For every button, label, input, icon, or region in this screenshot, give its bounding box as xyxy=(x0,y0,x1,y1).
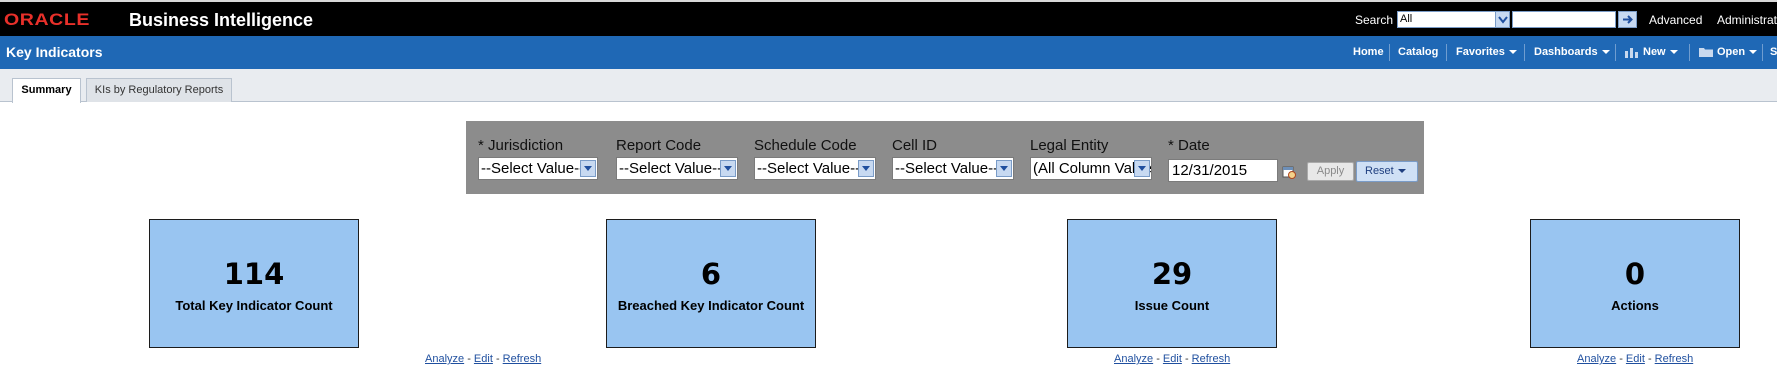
kpi-value: 6 xyxy=(700,257,722,291)
caret-down-icon xyxy=(1508,50,1517,55)
kpi-label: Total Key Indicator Count xyxy=(175,298,333,313)
kpi-value: 0 xyxy=(1624,257,1646,291)
kpi-label: Issue Count xyxy=(1134,298,1210,313)
reset-button[interactable]: Reset xyxy=(1356,161,1418,182)
link-separator: - xyxy=(1616,353,1626,365)
report-links: Analyze - Edit - Refresh xyxy=(1577,353,1693,365)
edit-link[interactable]: Edit xyxy=(1626,353,1645,365)
legal-entity-select[interactable]: (All Column Values) xyxy=(1030,157,1152,180)
calendar-icon[interactable] xyxy=(1282,165,1296,179)
link-separator: - xyxy=(492,353,503,365)
folder-icon xyxy=(1699,48,1713,58)
analyze-link[interactable]: Analyze xyxy=(1114,353,1153,365)
kpi-label: Breached Key Indicator Count xyxy=(617,298,805,313)
nav-divider xyxy=(1762,44,1763,61)
search-scope-value: All xyxy=(1400,13,1413,25)
nav-divider xyxy=(1689,44,1690,61)
chevron-down-icon[interactable] xyxy=(720,160,736,177)
jurisdiction-select[interactable]: --Select Value-- xyxy=(478,157,598,180)
nav-open-label: Open xyxy=(1717,46,1746,58)
refresh-link[interactable]: Refresh xyxy=(1192,353,1231,365)
date-input[interactable]: 12/31/2015 xyxy=(1168,159,1278,182)
search-scope-select[interactable]: All xyxy=(1397,11,1510,28)
app-name: Business Intelligence xyxy=(129,10,314,30)
analyze-link[interactable]: Analyze xyxy=(425,353,464,365)
advanced-link[interactable]: Advanced xyxy=(1649,13,1702,27)
report-code-value: --Select Value-- xyxy=(619,160,723,177)
caret-down-icon xyxy=(1601,50,1610,55)
nav-home[interactable]: Home xyxy=(1353,46,1384,58)
edit-link[interactable]: Edit xyxy=(474,353,493,365)
kpi-value: 29 xyxy=(1151,257,1193,291)
chart-icon xyxy=(1625,48,1638,59)
kpi-tile-total-key-indicators[interactable]: 114 Total Key Indicator Count xyxy=(149,219,359,348)
link-separator: - xyxy=(1644,353,1655,365)
tab-summary[interactable]: Summary xyxy=(12,78,81,103)
kpi-label: Actions xyxy=(1611,298,1659,313)
cell-id-value: --Select Value-- xyxy=(895,160,999,177)
nav-divider xyxy=(1389,44,1390,61)
refresh-link[interactable]: Refresh xyxy=(1655,353,1694,365)
edit-link[interactable]: Edit xyxy=(1163,353,1182,365)
cell-id-label: Cell ID xyxy=(892,137,938,154)
date-label: * Date xyxy=(1168,137,1210,154)
kpi-tile-issue-count[interactable]: 29 Issue Count xyxy=(1067,219,1277,348)
reset-label: Reset xyxy=(1365,165,1394,177)
report-code-label: Report Code xyxy=(616,137,702,154)
kpi-tile-breached-key-indicators[interactable]: 6 Breached Key Indicator Count xyxy=(606,219,816,348)
nav-divider xyxy=(1524,44,1525,61)
oracle-logo: ORACLE xyxy=(4,10,90,29)
chevron-down-icon[interactable] xyxy=(1495,12,1509,27)
schedule-code-select[interactable]: --Select Value-- xyxy=(754,157,876,180)
arrow-right-icon xyxy=(1623,15,1633,24)
nav-divider xyxy=(1615,44,1616,61)
link-separator: - xyxy=(464,353,474,365)
administration-link[interactable]: Administration xyxy=(1717,13,1777,27)
chevron-down-icon[interactable] xyxy=(996,160,1012,177)
legal-entity-label: Legal Entity xyxy=(1030,137,1109,154)
caret-down-icon xyxy=(1749,50,1758,55)
chevron-down-icon[interactable] xyxy=(580,160,596,177)
nav-favorites[interactable]: Favorites xyxy=(1456,46,1517,58)
analyze-link[interactable]: Analyze xyxy=(1577,353,1616,365)
page-title: Key Indicators xyxy=(6,44,103,60)
nav-more[interactable]: S xyxy=(1770,46,1777,58)
nav-dashboards-label: Dashboards xyxy=(1534,46,1598,58)
link-separator: - xyxy=(1153,353,1163,365)
apply-button[interactable]: Apply xyxy=(1307,162,1354,181)
refresh-link[interactable]: Refresh xyxy=(503,353,542,365)
tab-kis-by-regulatory-reports[interactable]: KIs by Regulatory Reports xyxy=(86,78,232,102)
schedule-code-value: --Select Value-- xyxy=(757,160,861,177)
nav-dashboards[interactable]: Dashboards xyxy=(1534,46,1610,58)
chevron-down-icon[interactable] xyxy=(1134,160,1150,177)
search-label: Search xyxy=(1355,13,1394,27)
search-input[interactable] xyxy=(1512,11,1616,28)
nav-new-label: New xyxy=(1643,46,1666,58)
schedule-code-label: Schedule Code xyxy=(754,137,857,154)
dashboard-tabs: Summary KIs by Regulatory Reports xyxy=(0,69,1777,103)
report-links: Analyze - Edit - Refresh xyxy=(1114,353,1230,365)
caret-down-icon xyxy=(1397,169,1406,174)
nav-open[interactable]: Open xyxy=(1698,46,1758,58)
search-go-button[interactable] xyxy=(1618,11,1637,28)
filter-prompts-panel: * Jurisdiction --Select Value-- Report C… xyxy=(466,121,1424,194)
kpi-value: 114 xyxy=(223,257,285,291)
jurisdiction-value: --Select Value-- xyxy=(481,160,585,177)
jurisdiction-label: * Jurisdiction xyxy=(478,137,564,154)
cell-id-select[interactable]: --Select Value-- xyxy=(892,157,1014,180)
nav-divider xyxy=(1446,44,1447,61)
report-links: Analyze - Edit - Refresh xyxy=(425,353,541,365)
nav-favorites-label: Favorites xyxy=(1456,46,1505,58)
top-header: ORACLE Business Intelligence Search All … xyxy=(0,0,1777,36)
kpi-tile-actions[interactable]: 0 Actions xyxy=(1530,219,1740,348)
caret-down-icon xyxy=(1669,50,1678,55)
nav-new[interactable]: New xyxy=(1624,46,1678,59)
page-header: Key Indicators Home Catalog Favorites Da… xyxy=(0,36,1777,69)
link-separator: - xyxy=(1181,353,1192,365)
chevron-down-icon[interactable] xyxy=(858,160,874,177)
report-code-select[interactable]: --Select Value-- xyxy=(616,157,738,180)
nav-catalog[interactable]: Catalog xyxy=(1398,46,1438,58)
